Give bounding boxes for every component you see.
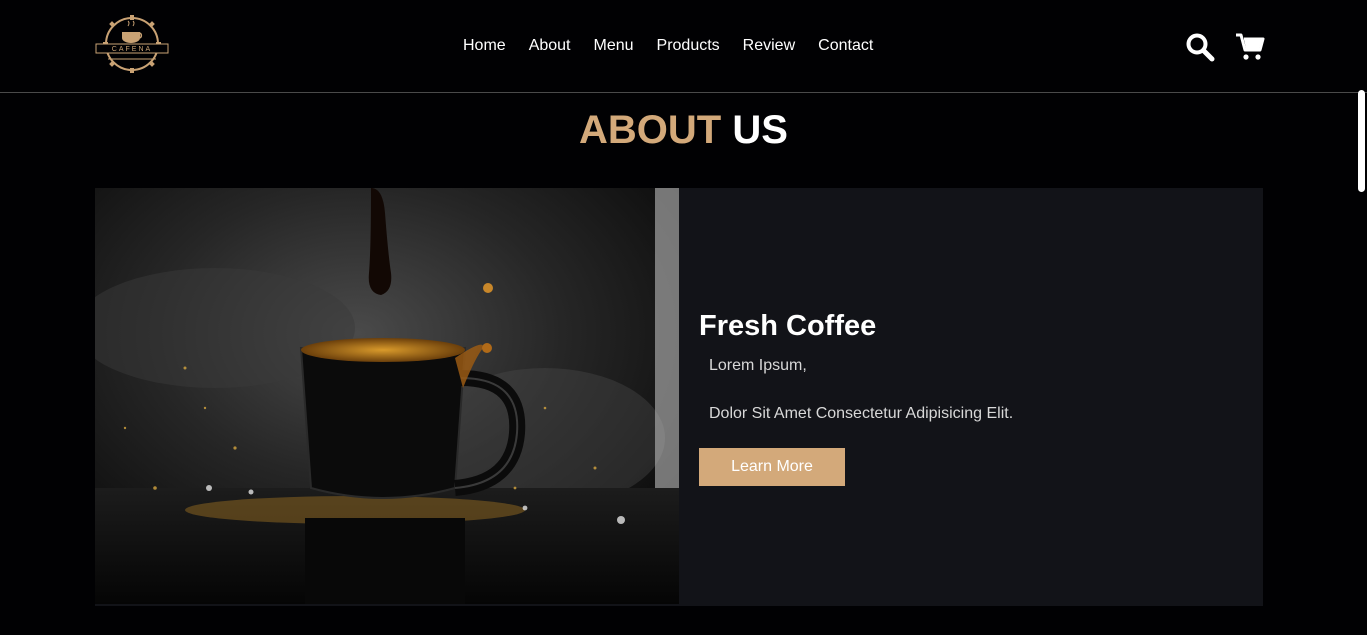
main-nav: Home About Menu Products Review Contact	[463, 36, 896, 56]
about-heading: Fresh Coffee	[699, 310, 877, 342]
about-line-2: Dolor Sit Amet Consectetur Adipisicing E…	[709, 405, 1014, 422]
site-header: CAFENA Home About Menu Products Review C…	[0, 0, 1367, 93]
title-accent: ABOUT	[579, 108, 722, 152]
title-plain: US	[732, 108, 788, 152]
nav-products[interactable]: Products	[657, 36, 720, 56]
nav-menu[interactable]: Menu	[594, 36, 634, 56]
about-line-1: Lorem Ipsum,	[709, 357, 807, 374]
about-text: Fresh Coffee Lorem Ipsum, Dolor Sit Amet…	[699, 308, 1239, 486]
nav-contact[interactable]: Contact	[818, 36, 873, 56]
coffee-splash-image	[95, 188, 679, 604]
about-card: Fresh Coffee Lorem Ipsum, Dolor Sit Amet…	[95, 188, 1263, 606]
cart-icon[interactable]	[1235, 32, 1265, 62]
cafena-logo[interactable]: CAFENA	[94, 14, 170, 76]
section-title: ABOUT US	[0, 108, 1367, 152]
nav-review[interactable]: Review	[743, 36, 795, 56]
logo-text: CAFENA	[112, 46, 152, 53]
learn-more-button[interactable]: Learn More	[699, 448, 845, 486]
search-icon[interactable]	[1185, 32, 1215, 62]
nav-home[interactable]: Home	[463, 36, 506, 56]
header-icons	[1185, 32, 1265, 62]
nav-about[interactable]: About	[529, 36, 571, 56]
